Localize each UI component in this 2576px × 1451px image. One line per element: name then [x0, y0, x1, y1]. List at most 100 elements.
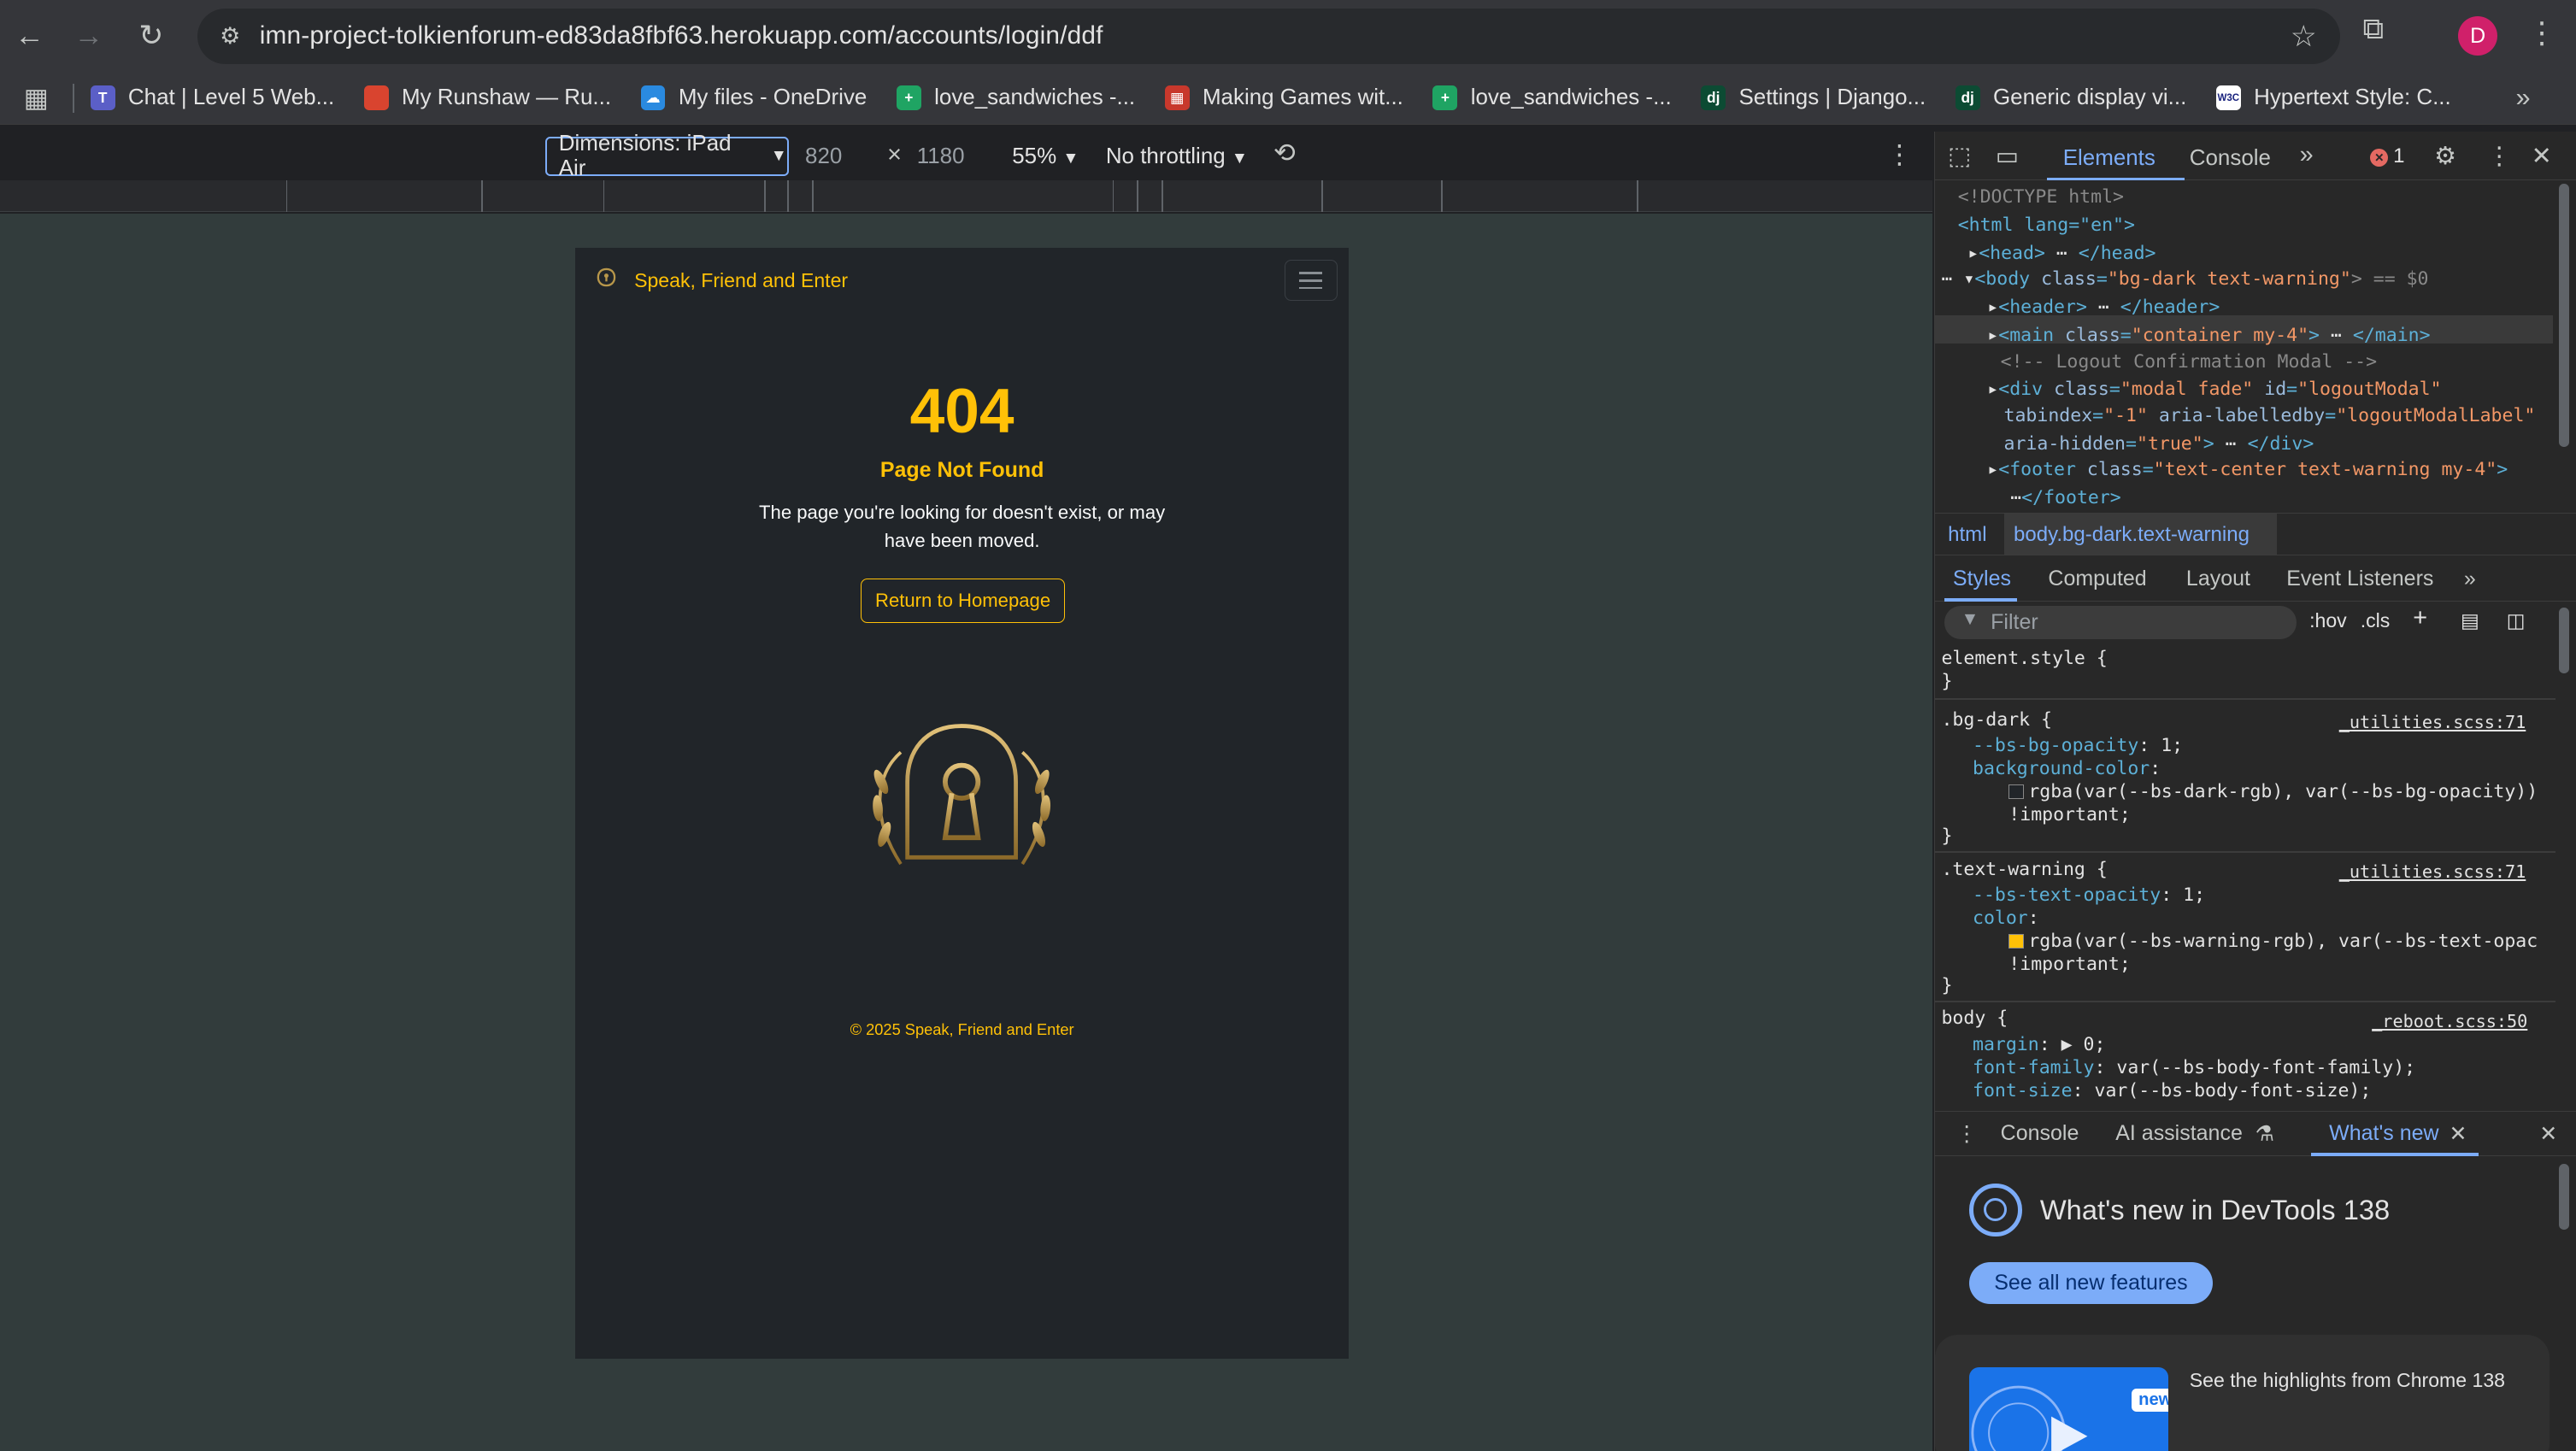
drawer-tab-whats-new[interactable]: What's new — [2329, 1121, 2438, 1146]
return-home-button[interactable]: Return to Homepage — [861, 578, 1065, 623]
dom-node-header[interactable]: ▸<header> ⋯ </header> — [1987, 294, 2220, 321]
styles-filter-input[interactable]: Filter — [1944, 606, 2297, 639]
new-rule-icon[interactable]: + — [2413, 604, 2427, 632]
color-swatch[interactable] — [2008, 933, 2024, 949]
drawer-menu-icon[interactable]: ⋮ — [1956, 1121, 1978, 1147]
bookmark-item[interactable]: + love_sandwiches -... — [896, 85, 1135, 111]
rule-body[interactable]: body { — [1941, 1007, 2008, 1030]
device-more-icon[interactable]: ⋮ — [1886, 139, 1913, 170]
device-width-input[interactable]: 820 — [805, 144, 842, 169]
device-height-input[interactable]: 1180 — [917, 144, 965, 169]
bookmark-label: Settings | Django... — [1738, 85, 1926, 110]
tab-computed[interactable]: Computed — [2048, 567, 2146, 591]
drawer-scrollbar[interactable] — [2559, 1164, 2569, 1230]
dom-node-main[interactable]: ▸<main class="container my-4"> ⋯ </main> — [1987, 322, 2430, 350]
dom-node-head[interactable]: ▸<head> ⋯ </head> — [1967, 240, 2155, 267]
bookmark-favicon-icon: T — [90, 85, 115, 111]
tab-styles[interactable]: Styles — [1953, 567, 2011, 591]
dimensions-select[interactable]: Dimensions: iPad Air ▼ — [545, 132, 789, 180]
address-bar[interactable]: ⚙ imn-project-tolkienforum-ed83da8fbf63.… — [197, 8, 2340, 64]
throttling-select[interactable]: No throttling ▼ — [1106, 144, 1248, 169]
apps-grid-icon[interactable]: ▦ — [0, 83, 73, 114]
devtools-menu-icon[interactable]: ⋮ — [2487, 141, 2512, 171]
sidebar-toggle-icon[interactable]: ◫ — [2507, 609, 2526, 632]
bookmark-favicon-icon: ▦ — [1164, 85, 1190, 111]
styles-scrollbar[interactable] — [2559, 608, 2569, 674]
more-tabs-icon[interactable]: » — [2300, 141, 2314, 169]
bookmark-item[interactable]: W3C Hypertext Style: C... — [2215, 85, 2451, 111]
bookmark-item[interactable]: ☁ My files - OneDrive — [640, 85, 867, 111]
source-link[interactable]: _utilities.scss:71 — [2339, 861, 2526, 884]
devtools-panel: ⬚ ▭ Elements Console » × 1 ⚙ ⋮ ✕ <!DOCTYP… — [1933, 131, 2576, 1451]
dom-node-modal-div[interactable]: ▸<div class="modal fade" id="logoutModal… — [1987, 376, 2441, 403]
rule-element-style[interactable]: element.style { — [1941, 647, 2107, 670]
hov-toggle[interactable]: :hov — [2309, 609, 2347, 632]
decl-margin[interactable]: margin: ▶ 0; — [1973, 1033, 2105, 1056]
see-all-features-button[interactable]: See all new features — [1969, 1262, 2213, 1304]
zoom-select[interactable]: 55% ▼ — [1012, 144, 1079, 169]
bookmark-item[interactable]: dj Generic display vi... — [1955, 85, 2186, 111]
decl-color-value[interactable]: rgba(var(--bs-warning-rgb), var(--bs-tex… — [2008, 930, 2538, 953]
decl-text-opacity[interactable]: --bs-text-opacity: 1; — [1973, 884, 2205, 907]
bookmark-item[interactable]: + love_sandwiches -... — [1432, 85, 1672, 111]
new-badge: new — [2132, 1389, 2168, 1413]
dom-node-comment[interactable]: <!-- Logout Confirmation Modal --> — [2001, 349, 2377, 376]
site-info-icon[interactable]: ⚙ — [207, 23, 253, 50]
error-count-badge[interactable]: × 1 — [2370, 144, 2405, 168]
dom-node-doctype[interactable]: <!DOCTYPE html> — [1958, 184, 2124, 211]
highlights-text: See the highlights from Chrome 138 — [2189, 1369, 2505, 1392]
dom-node-body[interactable]: ⋯ ▾<body class="bg-dark text-warning"> =… — [1941, 266, 2428, 293]
breadcrumb-body[interactable]: body.bg-dark.text-warning — [2014, 523, 2250, 547]
dom-node-html[interactable]: <html lang="en"> — [1958, 212, 2135, 239]
menu-toggle-button[interactable] — [1285, 259, 1338, 301]
bookmark-item[interactable]: My Runshaw — Ru... — [363, 85, 611, 111]
back-icon[interactable]: ← — [0, 7, 59, 66]
url-text[interactable]: imn-project-tolkienforum-ed83da8fbf63.he… — [260, 21, 1103, 50]
device-screen: Speak, Friend and Enter 404 Page Not Fou… — [574, 248, 1350, 1359]
tab-layout[interactable]: Layout — [2186, 567, 2250, 591]
tab-elements[interactable]: Elements — [2063, 146, 2155, 171]
decl-bg-opacity[interactable]: --bs-bg-opacity: 1; — [1973, 734, 2183, 757]
inspect-element-icon[interactable]: ⬚ — [1948, 141, 1971, 171]
dom-node-footer[interactable]: ▸<footer class="text-center text-warning… — [1987, 456, 2508, 484]
source-link[interactable]: _reboot.scss:50 — [2372, 1010, 2527, 1033]
bookmark-item[interactable]: dj Settings | Django... — [1701, 85, 1926, 111]
drawer-tab-console[interactable]: Console — [2001, 1121, 2079, 1146]
drawer-tab-ai-assistance[interactable]: AI assistance — [2115, 1121, 2243, 1146]
decl-color[interactable]: color: — [1973, 907, 2039, 930]
close-drawer-icon[interactable]: ✕ — [2539, 1121, 2557, 1147]
decl-bg-color-value[interactable]: rgba(var(--bs-dark-rgb), var(--bs-bg-opa… — [2008, 780, 2538, 803]
bookmark-item[interactable]: ▦ Making Games wit... — [1164, 85, 1403, 111]
more-bookmarks-icon[interactable]: » — [2516, 82, 2531, 113]
rule-text-warning[interactable]: .text-warning { — [1941, 858, 2107, 881]
dom-scrollbar[interactable] — [2559, 184, 2569, 447]
important-flag: !important; — [2008, 954, 2131, 976]
brand-link[interactable]: Speak, Friend and Enter — [634, 269, 848, 292]
reload-icon[interactable]: ↻ — [121, 7, 180, 66]
more-panes-icon[interactable]: » — [2464, 567, 2476, 591]
tab-console[interactable]: Console — [2190, 146, 2271, 171]
rule-close: } — [1941, 671, 1953, 693]
decl-font-size[interactable]: font-size: var(--bs-body-font-size); — [1973, 1079, 2371, 1102]
rotate-icon[interactable]: ⟲ — [1273, 138, 1296, 168]
device-toggle-icon[interactable]: ▭ — [1996, 141, 2019, 171]
browser-menu-icon[interactable]: ⋮ — [2527, 16, 2557, 50]
bookmark-item[interactable]: T Chat | Level 5 Web... — [90, 85, 334, 111]
decl-bg-color[interactable]: background-color: — [1973, 757, 2161, 780]
highlights-card[interactable]: new See the highlights from Chrome 138 — [1934, 1335, 2550, 1451]
forward-icon[interactable]: → — [59, 7, 118, 66]
close-tab-icon[interactable]: ✕ — [2450, 1121, 2467, 1147]
profile-avatar[interactable]: D — [2458, 16, 2498, 56]
rule-bg-dark[interactable]: .bg-dark { — [1941, 708, 2052, 731]
bookmark-star-icon[interactable]: ☆ — [2291, 20, 2317, 54]
color-swatch[interactable] — [2008, 784, 2024, 800]
source-link[interactable]: _utilities.scss:71 — [2339, 711, 2526, 734]
extensions-icon[interactable]: ⧉ — [2363, 13, 2385, 46]
tab-event-listeners[interactable]: Event Listeners — [2286, 567, 2433, 591]
cls-toggle[interactable]: .cls — [2361, 609, 2391, 632]
close-devtools-icon[interactable]: ✕ — [2532, 141, 2552, 171]
decl-font-family[interactable]: font-family: var(--bs-body-font-family); — [1973, 1056, 2415, 1079]
settings-gear-icon[interactable]: ⚙ — [2434, 141, 2456, 171]
breadcrumb-html[interactable]: html — [1948, 523, 1986, 547]
paint-icon[interactable]: ▤ — [2461, 609, 2479, 632]
